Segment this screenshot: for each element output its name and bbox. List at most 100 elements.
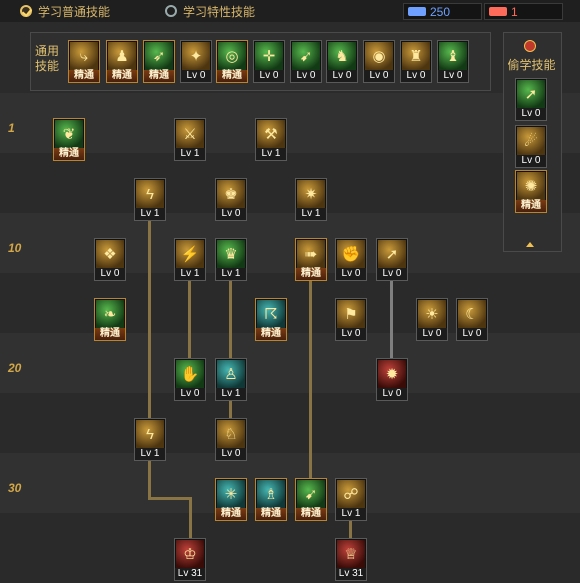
common-skill-slot[interactable]: ♟ 精通 [106, 40, 138, 83]
tree-skill-slot[interactable]: ✋ Lv 0 [174, 358, 206, 401]
tree-skill-slot[interactable]: ➠ 精通 [295, 238, 327, 281]
punch-icon: ✊ [337, 240, 365, 268]
level-label: 1 [8, 121, 15, 135]
prereq-connector [309, 281, 312, 478]
crosshair-icon: ✛ [255, 42, 283, 70]
tree-skill-slot[interactable]: ➚ Lv 0 [376, 238, 408, 281]
spiral-kick-icon: ϟ [136, 180, 164, 208]
tree-skill-slot[interactable]: ☾ Lv 0 [456, 298, 488, 341]
skill-caption: Lv 0 [336, 328, 366, 340]
tp-value: 1 [511, 4, 518, 19]
common-skill-slot[interactable]: ♝ Lv 0 [437, 40, 469, 83]
common-skill-slot[interactable]: ➹ Lv 0 [290, 40, 322, 83]
skill-caption: Lv 0 [377, 268, 407, 280]
common-skill-slot[interactable]: ◉ Lv 0 [363, 40, 395, 83]
skill-caption: Lv 0 [457, 328, 487, 340]
tree-skill-slot[interactable]: ☈ 精通 [255, 298, 287, 341]
common-skill-slot[interactable]: ◎ 精通 [216, 40, 248, 83]
tree-skill-slot[interactable]: ✹ Lv 0 [376, 358, 408, 401]
tree-skill-slot[interactable]: ♛ Lv 1 [215, 238, 247, 281]
leaf-icon: ❦ [55, 120, 83, 148]
steal-badge-icon [524, 40, 536, 52]
skill-caption: Lv 0 [327, 70, 357, 82]
steal-skill-slot[interactable]: ➚ Lv 0 [515, 78, 547, 121]
skill-caption: Lv 1 [175, 148, 205, 160]
skill-caption: Lv 0 [216, 448, 246, 460]
aura-body-icon: ♙ [217, 360, 245, 388]
tree-skill-slot[interactable]: ⚒ Lv 1 [255, 118, 287, 161]
tree-skill-slot[interactable]: ♙ Lv 1 [215, 358, 247, 401]
skill-caption: Lv 1 [256, 148, 286, 160]
fireball-icon: ☀ [418, 300, 446, 328]
tree-row-band [0, 513, 580, 583]
common-skill-slot[interactable]: ♜ Lv 0 [400, 40, 432, 83]
kneel-icon: ⤷ [70, 42, 98, 70]
claw-icon: ⚔ [176, 120, 204, 148]
prereq-connector [229, 401, 232, 418]
sp-book-icon [408, 7, 426, 16]
tree-skill-slot[interactable]: ☍ Lv 1 [335, 478, 367, 521]
tree-skill-slot[interactable]: ♔ Lv 31 [174, 538, 206, 581]
skill-caption: Lv 0 [336, 268, 366, 280]
prereq-connector [189, 497, 192, 538]
kick-icon: ϟ [136, 420, 164, 448]
steal-skill-slot[interactable]: ✺ 精通 [515, 170, 547, 213]
skill-caption: Lv 0 [417, 328, 447, 340]
energy-hand-icon: ✋ [176, 360, 204, 388]
radio-normal-skills[interactable]: 学习普通技能 [20, 3, 110, 19]
tree-skill-slot[interactable]: ⚔ Lv 1 [174, 118, 206, 161]
tree-row-band [0, 213, 580, 273]
rush-icon: ➹ [297, 480, 325, 508]
tree-skill-slot[interactable]: ✊ Lv 0 [335, 238, 367, 281]
common-skill-slot[interactable]: ✛ Lv 0 [253, 40, 285, 83]
figure-icon: ♝ [439, 42, 467, 70]
radio-special-skills[interactable]: 学习特性技能 [165, 3, 255, 19]
tree-skill-slot[interactable]: ☀ Lv 0 [416, 298, 448, 341]
skill-caption: Lv 0 [377, 388, 407, 400]
tree-skill-slot[interactable]: ϟ Lv 1 [134, 178, 166, 221]
tree-skill-slot[interactable]: ❖ Lv 0 [94, 238, 126, 281]
skill-caption: 精通 [144, 70, 174, 82]
tree-skill-slot[interactable]: ⚑ Lv 0 [335, 298, 367, 341]
skill-caption: Lv 1 [135, 208, 165, 220]
prereq-connector [148, 221, 151, 418]
level-label: 30 [8, 481, 22, 495]
skill-caption: 精通 [296, 508, 326, 520]
steal-skills-title: 偷学技能 [507, 58, 556, 72]
grab-icon: ♘ [217, 420, 245, 448]
common-skill-slot[interactable]: ➶ 精通 [143, 40, 175, 83]
tree-skill-slot[interactable]: ✳ 精通 [215, 478, 247, 521]
leap-icon: ➚ [378, 240, 406, 268]
common-skill-slot[interactable]: ♞ Lv 0 [326, 40, 358, 83]
tree-skill-slot[interactable]: ♘ Lv 0 [215, 418, 247, 461]
collapse-arrow-icon[interactable] [526, 242, 534, 247]
skill-caption: Lv 0 [175, 388, 205, 400]
tree-skill-slot[interactable]: ⚡ Lv 1 [174, 238, 206, 281]
tree-skill-slot[interactable]: ✷ Lv 1 [295, 178, 327, 221]
awakening-2-icon: ♕ [337, 540, 365, 568]
boxer-icon: ♚ [217, 180, 245, 208]
tree-row-band [0, 333, 580, 393]
prereq-connector [229, 281, 232, 358]
tree-row-band [0, 393, 580, 453]
whirl-icon: ☾ [458, 300, 486, 328]
prereq-connector [188, 281, 191, 358]
tree-skill-slot[interactable]: ♗ 精通 [255, 478, 287, 521]
steal-skill-slot[interactable]: ☄ Lv 0 [515, 125, 547, 168]
common-skill-slot[interactable]: ✦ Lv 0 [180, 40, 212, 83]
skill-caption: 精通 [256, 508, 286, 520]
tree-skill-slot[interactable]: ♚ Lv 0 [215, 178, 247, 221]
shatter-icon: ✳ [217, 480, 245, 508]
tree-row-band [0, 93, 580, 153]
awakening-icon: ♔ [176, 540, 204, 568]
spirit-icon: ♗ [257, 480, 285, 508]
strongman-icon: ♜ [402, 42, 430, 70]
tree-skill-slot[interactable]: ϟ Lv 1 [134, 418, 166, 461]
tree-skill-slot[interactable]: ❦ 精通 [53, 118, 85, 161]
skill-caption: Lv 0 [216, 208, 246, 220]
tree-skill-slot[interactable]: ➹ 精通 [295, 478, 327, 521]
tree-skill-slot[interactable]: ♕ Lv 31 [335, 538, 367, 581]
common-skill-slot[interactable]: ⤷ 精通 [68, 40, 100, 83]
tree-skill-slot[interactable]: ❧ 精通 [94, 298, 126, 341]
fighter-icon: ♞ [328, 42, 356, 70]
